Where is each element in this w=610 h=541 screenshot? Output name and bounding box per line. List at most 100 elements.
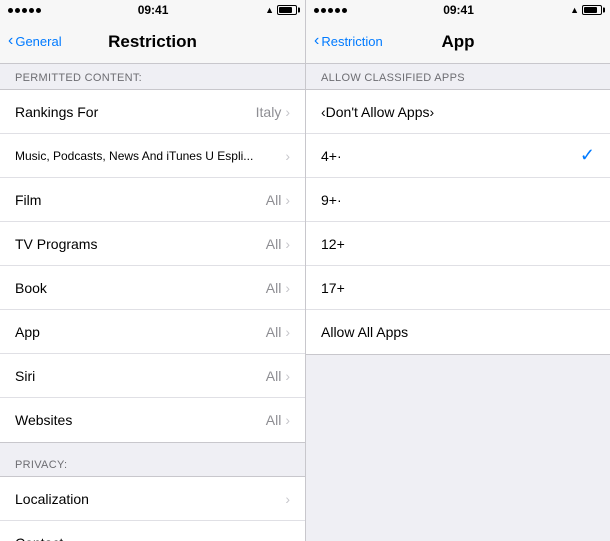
item-value-text: All	[266, 280, 282, 296]
permitted-content-header: PERMITTED CONTENT:	[0, 64, 305, 89]
chevron-right-icon: ›	[285, 535, 290, 541]
allow-classified-list: ‹Don't Allow Apps› 4+· ✓ 9+· 12+ 17+ All…	[306, 89, 610, 355]
chevron-right-icon: ›	[285, 368, 290, 384]
right-back-button[interactable]: ‹ Restriction	[314, 34, 383, 49]
item-label: Rankings For	[15, 104, 98, 120]
dot5	[342, 8, 347, 13]
chevron-right-icon: ›	[285, 236, 290, 252]
item-label: Film‍	[15, 192, 41, 208]
dot1	[8, 8, 13, 13]
item-value: ›	[285, 491, 290, 507]
item-value: All ›	[266, 368, 290, 384]
item-label: Siri‍	[15, 368, 35, 384]
item-label: Book	[15, 280, 47, 296]
item-label: App	[15, 324, 40, 340]
item-value-text: All	[266, 192, 282, 208]
chevron-right-icon: ›	[285, 104, 290, 120]
dot3	[22, 8, 27, 13]
item-label: 12+	[321, 236, 345, 252]
item-value-text: All	[266, 236, 282, 252]
right-battery-icon	[582, 5, 602, 15]
dot4	[29, 8, 34, 13]
list-item[interactable]: Siri‍ All ›	[0, 354, 305, 398]
right-list-item[interactable]: 9+·	[306, 178, 610, 222]
allow-classified-header: ALLOW CLASSIFIED APPS	[306, 64, 610, 89]
list-item[interactable]: Rankings For Italy ›	[0, 90, 305, 134]
right-list-item[interactable]: 12+	[306, 222, 610, 266]
right-wifi-icon: ▲	[570, 5, 579, 15]
dot2	[321, 8, 326, 13]
dot3	[328, 8, 333, 13]
right-list-item[interactable]: 17+	[306, 266, 610, 310]
item-value-text: All	[266, 324, 282, 340]
left-time: 09:41	[138, 3, 169, 17]
dot1	[314, 8, 319, 13]
left-status-bar: 09:41 ▲	[0, 0, 305, 20]
item-label: 17+	[321, 280, 345, 296]
dot4	[335, 8, 340, 13]
list-item[interactable]: Localization‍ ›	[0, 477, 305, 521]
list-item[interactable]: Music, Podcasts, News And iTunes U Espli…	[0, 134, 305, 178]
left-panel: 09:41 ▲ ‹ General Restriction PERMITTED …	[0, 0, 305, 541]
chevron-right-icon: ›	[285, 280, 290, 296]
right-list-item[interactable]: ‹Don't Allow Apps›	[306, 90, 610, 134]
privacy-list: Localization‍ › Contact › Calendar › Rem…	[0, 476, 305, 541]
checkmark-icon: ✓	[580, 145, 595, 166]
right-signal	[314, 8, 347, 13]
dot2	[15, 8, 20, 13]
list-item[interactable]: Book All ›	[0, 266, 305, 310]
right-empty-area	[306, 355, 610, 541]
item-label: Music, Podcasts, News And iTunes U Espli…	[15, 149, 253, 163]
list-item[interactable]: Websites‍ All ›	[0, 398, 305, 442]
right-list-item[interactable]: Allow All Apps	[306, 310, 610, 354]
right-panel: 09:41 ▲ ‹ Restriction App‍ ALLOW CLASSIF…	[305, 0, 610, 541]
privacy-header: PRIVACY:	[0, 451, 305, 476]
left-back-chevron: ‹	[8, 33, 13, 49]
item-label: Allow All Apps	[321, 324, 408, 340]
item-label: Localization‍	[15, 491, 89, 507]
item-label: ‹Don't Allow Apps›	[321, 104, 434, 120]
left-icons: ▲	[265, 5, 297, 15]
left-back-label: General	[15, 34, 61, 49]
item-label: 9+·	[321, 192, 342, 208]
list-item[interactable]: App All ›	[0, 310, 305, 354]
chevron-right-icon: ›	[285, 192, 290, 208]
chevron-right-icon: ›	[285, 324, 290, 340]
left-wifi-icon: ▲	[265, 5, 274, 15]
list-item[interactable]: Film‍ All ›	[0, 178, 305, 222]
item-value-text: All	[266, 368, 282, 384]
item-label: Websites‍	[15, 412, 72, 428]
chevron-right-icon: ›	[285, 148, 290, 164]
right-list-item[interactable]: 4+· ✓	[306, 134, 610, 178]
right-nav-bar: ‹ Restriction App‍	[306, 20, 610, 64]
item-value: ›	[285, 535, 290, 541]
item-value: Italy ›	[256, 104, 290, 120]
right-nav-title: App‍	[441, 32, 474, 52]
item-value: All ›	[266, 280, 290, 296]
item-value: All ›	[266, 192, 290, 208]
permitted-content-list: Rankings For Italy › Music, Podcasts, Ne…	[0, 89, 305, 443]
item-label: Contact	[15, 535, 63, 541]
left-battery-icon	[277, 5, 297, 15]
left-signal	[8, 8, 41, 13]
item-label: TV Programs‍	[15, 236, 97, 252]
right-status-bar: 09:41 ▲	[306, 0, 610, 20]
left-nav-title: Restriction	[108, 32, 197, 52]
list-item[interactable]: Contact ›	[0, 521, 305, 541]
item-label: 4+·	[321, 148, 342, 164]
chevron-right-icon: ›	[285, 412, 290, 428]
item-value-text: Italy	[256, 104, 282, 120]
item-value: All ›	[266, 324, 290, 340]
item-value: ›	[285, 148, 290, 164]
right-time: 09:41	[443, 3, 474, 17]
left-nav-bar: ‹ General Restriction	[0, 20, 305, 64]
right-icons: ▲	[570, 5, 602, 15]
dot5	[36, 8, 41, 13]
chevron-right-icon: ›	[285, 491, 290, 507]
left-back-button[interactable]: ‹ General	[8, 34, 62, 49]
item-value: All ›	[266, 236, 290, 252]
right-back-chevron: ‹	[314, 33, 319, 49]
list-item[interactable]: TV Programs‍ All ›	[0, 222, 305, 266]
item-value: All ›	[266, 412, 290, 428]
right-back-label: Restriction	[321, 34, 382, 49]
